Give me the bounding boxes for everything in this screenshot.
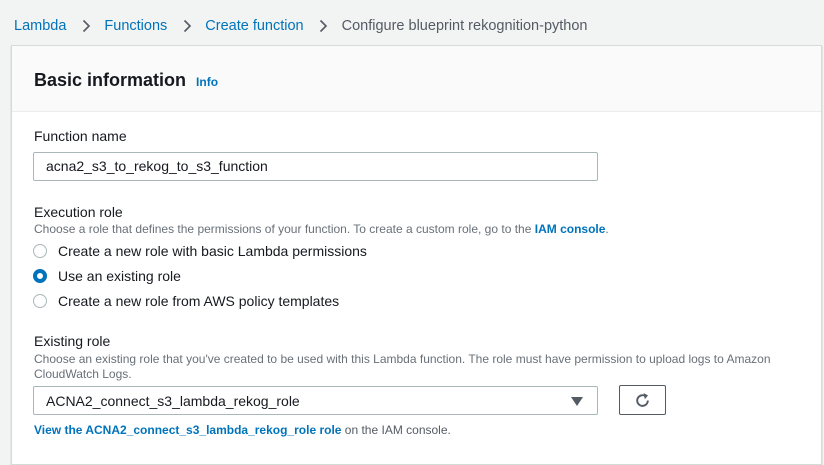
- existing-role-select[interactable]: ACNA2_connect_s3_lambda_rekog_role: [33, 386, 598, 415]
- function-name-label: Function name: [34, 128, 127, 144]
- function-name-input[interactable]: acna2_s3_to_rekog_to_s3_function: [33, 152, 598, 181]
- basic-information-panel: Basic information Info Function name acn…: [11, 45, 822, 465]
- radio-label: Create a new role from AWS policy templa…: [58, 293, 340, 309]
- breadcrumb: Lambda Functions Create function Configu…: [14, 17, 587, 35]
- execution-role-description: Choose a role that defines the permissio…: [34, 222, 609, 237]
- breadcrumb-functions[interactable]: Functions: [104, 18, 167, 34]
- radio-label: Use an existing role: [58, 268, 181, 284]
- radio-label: Create a new role with basic Lambda perm…: [58, 243, 367, 259]
- radio-create-from-templates[interactable]: Create a new role from AWS policy templa…: [33, 293, 339, 309]
- panel-header: Basic information Info: [12, 46, 821, 112]
- existing-role-value: ACNA2_connect_s3_lambda_rekog_role: [46, 393, 300, 409]
- chevron-right-icon: [73, 17, 99, 35]
- breadcrumb-current: Configure blueprint rekognition-python: [341, 18, 588, 34]
- info-link[interactable]: Info: [196, 75, 218, 89]
- radio-create-basic-role[interactable]: Create a new role with basic Lambda perm…: [33, 243, 367, 259]
- chevron-right-icon: [174, 17, 200, 35]
- radio-use-existing-role[interactable]: Use an existing role: [33, 268, 181, 284]
- refresh-icon: [636, 392, 649, 407]
- radio-button-selected[interactable]: [33, 269, 47, 283]
- execution-role-description-end: .: [605, 222, 609, 236]
- iam-console-link[interactable]: IAM console: [535, 222, 606, 236]
- radio-button[interactable]: [33, 244, 47, 258]
- panel-title: Basic information: [34, 70, 187, 90]
- execution-role-label: Execution role: [34, 204, 123, 220]
- existing-role-label: Existing role: [34, 333, 111, 349]
- refresh-button[interactable]: [619, 385, 666, 415]
- view-role-link[interactable]: View the ACNA2_connect_s3_lambda_rekog_r…: [34, 423, 341, 437]
- caret-down-icon: [571, 397, 583, 406]
- breadcrumb-lambda[interactable]: Lambda: [14, 18, 66, 34]
- view-role-suffix: on the IAM console.: [341, 423, 451, 437]
- execution-role-description-text: Choose a role that defines the permissio…: [34, 222, 532, 236]
- view-role-line: View the ACNA2_connect_s3_lambda_rekog_r…: [34, 423, 451, 437]
- chevron-right-icon: [311, 17, 337, 35]
- existing-role-description: Choose an existing role that you've crea…: [34, 352, 771, 381]
- breadcrumb-create-function[interactable]: Create function: [205, 18, 303, 34]
- radio-button[interactable]: [33, 294, 47, 308]
